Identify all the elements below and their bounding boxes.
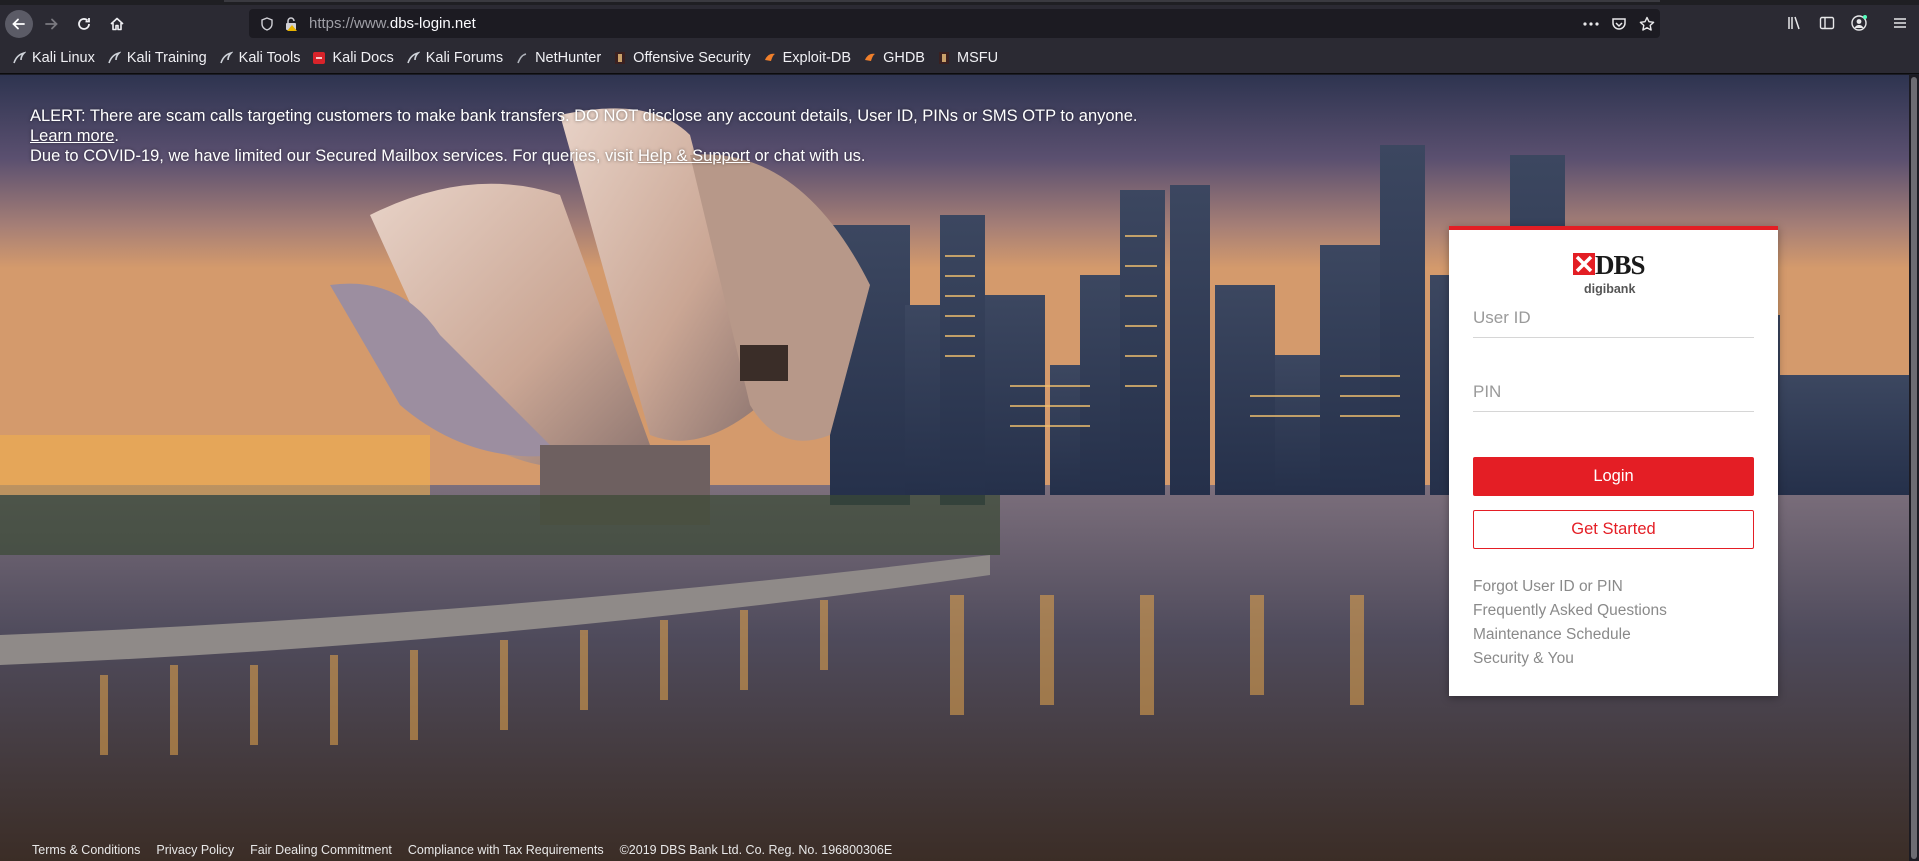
bookmark-offensive-security[interactable]: Offensive Security: [613, 49, 751, 66]
bookmarks-toolbar: Kali Linux Kali Training Kali Tools Kali Do…: [0, 42, 1919, 74]
alert-text-line1: ALERT: There are scam calls targeting cu…: [30, 107, 1138, 125]
shield-icon[interactable]: [259, 16, 275, 32]
url-text[interactable]: https://www.dbs-login.net: [309, 9, 476, 38]
dbs-star-icon: [1573, 253, 1595, 275]
menu-icon[interactable]: [1891, 14, 1909, 32]
page-viewport: ALERT: There are scam calls targeting cu…: [0, 75, 1909, 861]
bookmark-label: GHDB: [883, 49, 925, 66]
sidebar-icon[interactable]: [1818, 14, 1836, 32]
account-icon[interactable]: [1850, 14, 1868, 32]
browser-toolbar: https://www.dbs-login.net: [0, 5, 1919, 42]
home-icon: [110, 17, 124, 31]
home-button[interactable]: [103, 10, 131, 38]
nethunter-icon: [515, 51, 529, 65]
learn-more-link[interactable]: Learn more: [30, 127, 114, 145]
insecure-lock-icon[interactable]: [283, 16, 299, 32]
login-button[interactable]: Login: [1473, 457, 1754, 496]
fair-dealing-link[interactable]: Fair Dealing Commitment: [250, 843, 392, 857]
kali-dragon-icon: [107, 51, 121, 65]
url-host: dbs-login.net: [389, 15, 476, 32]
bookmark-label: Exploit-DB: [782, 49, 852, 66]
reload-button[interactable]: [70, 10, 98, 38]
bookmark-kali-tools[interactable]: Kali Tools: [219, 49, 301, 66]
scrollbar-thumb[interactable]: [1911, 77, 1917, 859]
arrow-right-icon: [45, 18, 58, 30]
bookmark-kali-forums[interactable]: Kali Forums: [406, 50, 503, 66]
page-footer: Terms & Conditions Privacy Policy Fair D…: [32, 839, 908, 861]
arrow-left-icon: [12, 18, 25, 30]
offsec-icon: [937, 51, 951, 65]
pocket-icon[interactable]: [1610, 15, 1628, 33]
page-actions-icon[interactable]: [1582, 15, 1600, 33]
offsec-icon: [613, 51, 627, 65]
kali-dragon-icon: [219, 51, 233, 65]
help-support-link[interactable]: Help & Support: [638, 147, 750, 165]
alert-text-line2: Due to COVID-19, we have limited our Sec…: [30, 147, 634, 165]
kali-dragon-icon: [12, 51, 26, 65]
pin-field[interactable]: [1473, 372, 1754, 412]
bookmark-exploit-db[interactable]: Exploit-DB: [763, 49, 852, 66]
alert-line1-end: .: [114, 127, 119, 145]
exploitdb-icon: [763, 51, 777, 65]
bookmark-star-icon[interactable]: [1638, 15, 1656, 33]
reload-icon: [78, 18, 90, 30]
dbs-digibank-logo: DBS digibank: [1573, 250, 1657, 296]
faq-link[interactable]: Frequently Asked Questions: [1473, 599, 1667, 623]
security-link[interactable]: Security & You: [1473, 647, 1667, 671]
alert-line2-end: or chat with us.: [754, 147, 866, 165]
bookmark-ghdb[interactable]: GHDB: [863, 50, 925, 66]
back-button[interactable]: [5, 10, 33, 38]
privacy-link[interactable]: Privacy Policy: [156, 843, 234, 857]
page-scrollbar[interactable]: [1909, 75, 1919, 861]
tab-accent: [224, 0, 1660, 2]
bookmark-label: NetHunter: [535, 49, 602, 66]
sub-brand: digibank: [1584, 282, 1636, 296]
get-started-button[interactable]: Get Started: [1473, 510, 1754, 549]
user-id-field[interactable]: [1473, 298, 1754, 338]
bookmark-kali-training[interactable]: Kali Training: [107, 50, 207, 66]
bookmark-kali-linux[interactable]: Kali Linux: [12, 50, 95, 66]
brand-name: DBS: [1595, 250, 1646, 280]
url-prefix: https://www.: [309, 15, 390, 32]
forward-button[interactable]: [37, 10, 65, 38]
forgot-credentials-link[interactable]: Forgot User ID or PIN: [1473, 575, 1667, 599]
help-links: Forgot User ID or PIN Frequently Asked Q…: [1473, 575, 1667, 671]
bookmark-label: Kali Training: [126, 49, 207, 66]
bookmark-label: Offensive Security: [633, 49, 751, 66]
login-card: DBS digibank Login Get Started Forgot Us…: [1449, 226, 1778, 696]
exploitdb-icon: [863, 51, 877, 65]
bookmark-nethunter[interactable]: NetHunter: [515, 50, 601, 66]
bookmark-label: MSFU: [956, 49, 999, 66]
kali-docs-icon: [312, 51, 326, 65]
bookmark-label: Kali Linux: [32, 49, 95, 66]
bookmark-label: Kali Forums: [425, 49, 504, 66]
bookmark-kali-docs[interactable]: Kali Docs: [312, 49, 394, 66]
kali-dragon-icon: [406, 51, 420, 65]
terms-link[interactable]: Terms & Conditions: [32, 843, 140, 857]
address-bar[interactable]: https://www.dbs-login.net: [249, 9, 1660, 38]
bookmark-label: Kali Tools: [238, 49, 301, 66]
bookmark-msfu[interactable]: MSFU: [937, 50, 998, 66]
maintenance-schedule-link[interactable]: Maintenance Schedule: [1473, 623, 1667, 647]
scam-alert-banner: ALERT: There are scam calls targeting cu…: [30, 106, 1150, 166]
bookmark-label: Kali Docs: [332, 49, 394, 66]
library-icon[interactable]: [1786, 14, 1804, 32]
tax-compliance-link[interactable]: Compliance with Tax Requirements: [408, 843, 604, 857]
copyright-text: ©2019 DBS Bank Ltd. Co. Reg. No. 1968003…: [619, 843, 893, 857]
